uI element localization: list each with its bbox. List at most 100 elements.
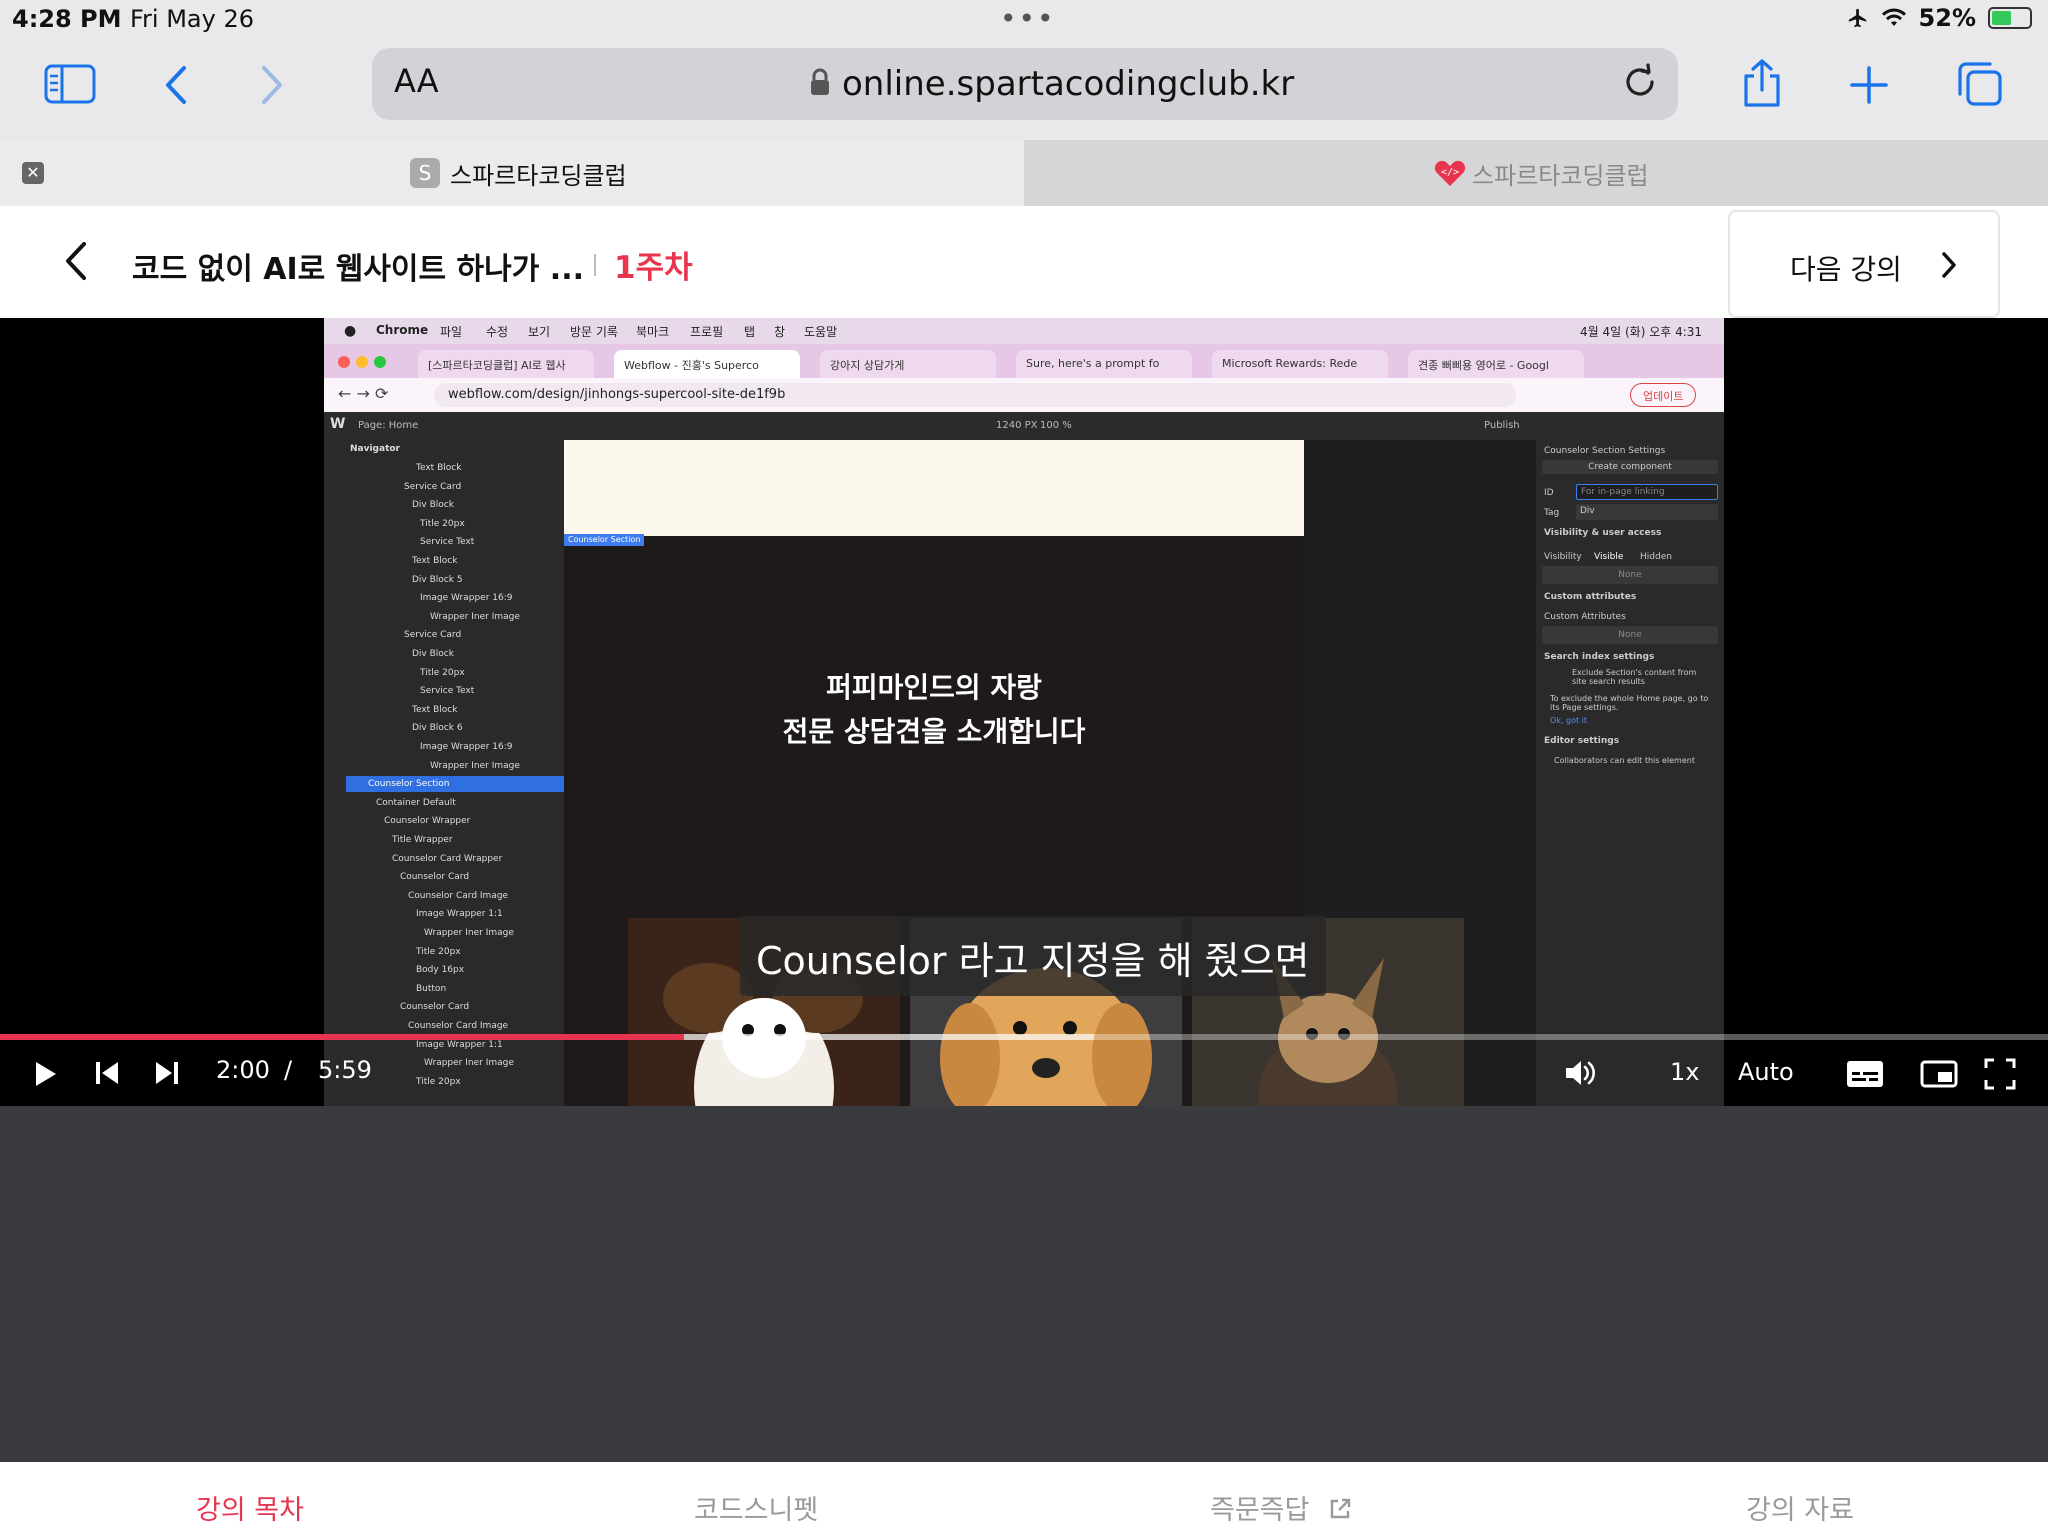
editor-header: Editor settings (1544, 736, 1620, 746)
chrome-tab: 강아지 상담가게 (820, 350, 996, 378)
url-text: online.spartacodingclub.kr (842, 64, 1295, 104)
section-tag: Counselor Section (564, 534, 645, 546)
navigator-item: Wrapper Iner Image (430, 611, 520, 622)
browser-tab-inactive[interactable]: </> 스파르타코딩클럽 (1024, 140, 2048, 206)
navigator-item: Counselor Card Image (408, 1021, 509, 1031)
navigator-item: Title Wrapper (392, 835, 453, 845)
close-tab-icon[interactable]: ✕ (22, 162, 44, 184)
wifi-icon (1881, 8, 1906, 26)
chrome-tab: Webflow - 진홍's Superco (614, 350, 800, 378)
fullscreen-icon[interactable] (1984, 1058, 2016, 1090)
content-area (0, 1106, 2048, 1462)
canvas-hero-bg (564, 440, 1304, 536)
back-arrow-icon[interactable] (62, 240, 88, 282)
navigator-item: Title 20px (420, 667, 465, 678)
navigator-item: Text Block (416, 463, 462, 473)
svg-text:</>: </> (1441, 167, 1459, 178)
navigator-item: Text Block (412, 704, 458, 715)
reload-icon[interactable] (1620, 62, 1660, 102)
tab-qna[interactable]: 즉문즉답 (1210, 1488, 1352, 1527)
navigator-item: Title 20px (416, 946, 461, 957)
next-lecture-button[interactable]: 다음 강의 (1728, 210, 2000, 318)
tab-title: 스파르타코딩클럽 (1472, 162, 1649, 190)
browser-tab-active[interactable]: ✕ S 스파르타코딩클럽 (0, 140, 1024, 206)
tab-code-snippet[interactable]: 코드스니펫 (694, 1488, 818, 1527)
navigator-item: Service Card (404, 630, 462, 641)
id-label: ID (1544, 488, 1554, 498)
webflow-logo-icon: W (330, 416, 346, 432)
canvas-width: 1240 PX (996, 420, 1038, 431)
webflow-topbar: W Page: Home 1240 PX 100 % Publish (324, 412, 1724, 440)
webflow-left-rail (324, 440, 346, 1106)
mac-menubar: ● Chrome 파일 수정 보기 방문 기록 북마크 프로필 탭 창 도움말 … (324, 318, 1724, 344)
captions-icon[interactable] (1846, 1060, 1884, 1088)
tabs-overview-icon[interactable] (1956, 60, 2004, 108)
navigator-item: Image Wrapper 16:9 (420, 742, 513, 752)
navigator-item: Counselor Card (400, 1002, 470, 1013)
mac-menu-item: 도움말 (804, 325, 838, 339)
navigator-item: Service Text (420, 686, 475, 697)
lecture-header: 코드 없이 AI로 웹사이트 하나가 ... 1주차 다음 강의 (0, 206, 2048, 318)
quality-button[interactable]: Auto (1738, 1058, 1794, 1086)
status-bar: 4:28 PM Fri May 26 ••• 52% (0, 0, 2048, 40)
navigator-item: Counselor Card (400, 872, 470, 883)
visibility-hidden: Hidden (1640, 552, 1672, 562)
back-icon[interactable] (162, 64, 188, 106)
video-player[interactable]: ● Chrome 파일 수정 보기 방문 기록 북마크 프로필 탭 창 도움말 … (0, 318, 2048, 1106)
navigator-item: Wrapper Iner Image (424, 928, 514, 938)
chrome-tab: [스파르타코딩클럽] AI로 웹사 (418, 350, 594, 378)
mac-menu-item: 탭 (744, 325, 756, 339)
multitasking-dots-icon[interactable]: ••• (1000, 2, 1056, 35)
time-separator: / (284, 1056, 293, 1084)
webflow-navigator: Navigator Text Block Service Card Div Bloc… (346, 440, 578, 1106)
navigator-item: Div Block (412, 649, 454, 659)
share-icon[interactable] (1740, 58, 1784, 108)
chrome-tab: Sure, here's a prompt fo (1016, 350, 1192, 378)
navigator-item: Text Block (412, 556, 458, 566)
mac-menu-item: 파일 (440, 325, 463, 339)
external-link-icon (1330, 1498, 1351, 1519)
custom-attributes-header: Custom attributes (1544, 592, 1637, 602)
sparta-logo-icon: </> (1434, 160, 1466, 186)
current-time: 2:00 (216, 1056, 270, 1084)
navigator-item: Container Default (376, 797, 456, 808)
tab-lecture-contents[interactable]: 강의 목차 (196, 1488, 304, 1527)
forward-icon[interactable] (260, 64, 286, 106)
skip-next-icon[interactable] (154, 1060, 180, 1086)
navigator-item: Image Wrapper 16:9 (420, 593, 513, 604)
mac-menu-item: 보기 (528, 325, 551, 339)
video-subtitle: Counselor 라고 지정을 해 줬으면 (740, 916, 1326, 996)
play-icon[interactable] (34, 1060, 58, 1088)
airplane-icon (1848, 8, 1866, 28)
visibility-header: Visibility & user access (1544, 528, 1662, 538)
mac-menu-item: Chrome (376, 323, 429, 337)
status-date: Fri May 26 (130, 5, 255, 33)
navigator-item: Wrapper Iner Image (430, 760, 520, 771)
playback-speed-button[interactable]: 1x (1670, 1058, 1699, 1086)
picture-in-picture-icon[interactable] (1920, 1060, 1958, 1088)
navigator-item: Service Card (404, 481, 462, 492)
search-hint-text: To exclude the whole Home page, go to it… (1550, 694, 1709, 712)
skip-previous-icon[interactable] (94, 1060, 120, 1086)
browser-tabs: ✕ S 스파르타코딩클럽 </> 스파르타코딩클럽 (0, 140, 2048, 206)
chrome-url: webflow.com/design/jinhongs-supercool-si… (434, 383, 1516, 407)
sidebar-icon[interactable] (44, 64, 96, 104)
mac-menu-item: 방문 기록 (570, 325, 618, 339)
webflow-canvas: Counselor Section 퍼피마인드의 자랑 전문 상담견을 소개합니… (564, 440, 1464, 1106)
id-input: For in-page linking (1576, 484, 1718, 500)
text-size-button[interactable]: AA (394, 62, 439, 100)
mac-menu-item: 프로필 (690, 325, 724, 339)
address-bar[interactable]: AA online.spartacodingclub.kr (372, 48, 1678, 120)
navigator-item: Div Block (412, 500, 454, 511)
navigator-item: Body 16px (416, 965, 465, 976)
exclude-text: Exclude Section's content from site sear… (1572, 668, 1697, 686)
apple-icon: ● (344, 323, 357, 339)
volume-icon[interactable] (1564, 1058, 1596, 1088)
canvas-zoom: 100 % (1040, 420, 1072, 431)
tab-title: 스파르타코딩클럽 (450, 162, 627, 190)
new-tab-icon[interactable] (1850, 66, 1888, 104)
browser-toolbar: AA online.spartacodingclub.kr (0, 40, 2048, 140)
window-close-icon (338, 356, 350, 368)
navigator-item: Counselor Wrapper (384, 816, 471, 827)
tab-lecture-materials[interactable]: 강의 자료 (1746, 1488, 1854, 1527)
